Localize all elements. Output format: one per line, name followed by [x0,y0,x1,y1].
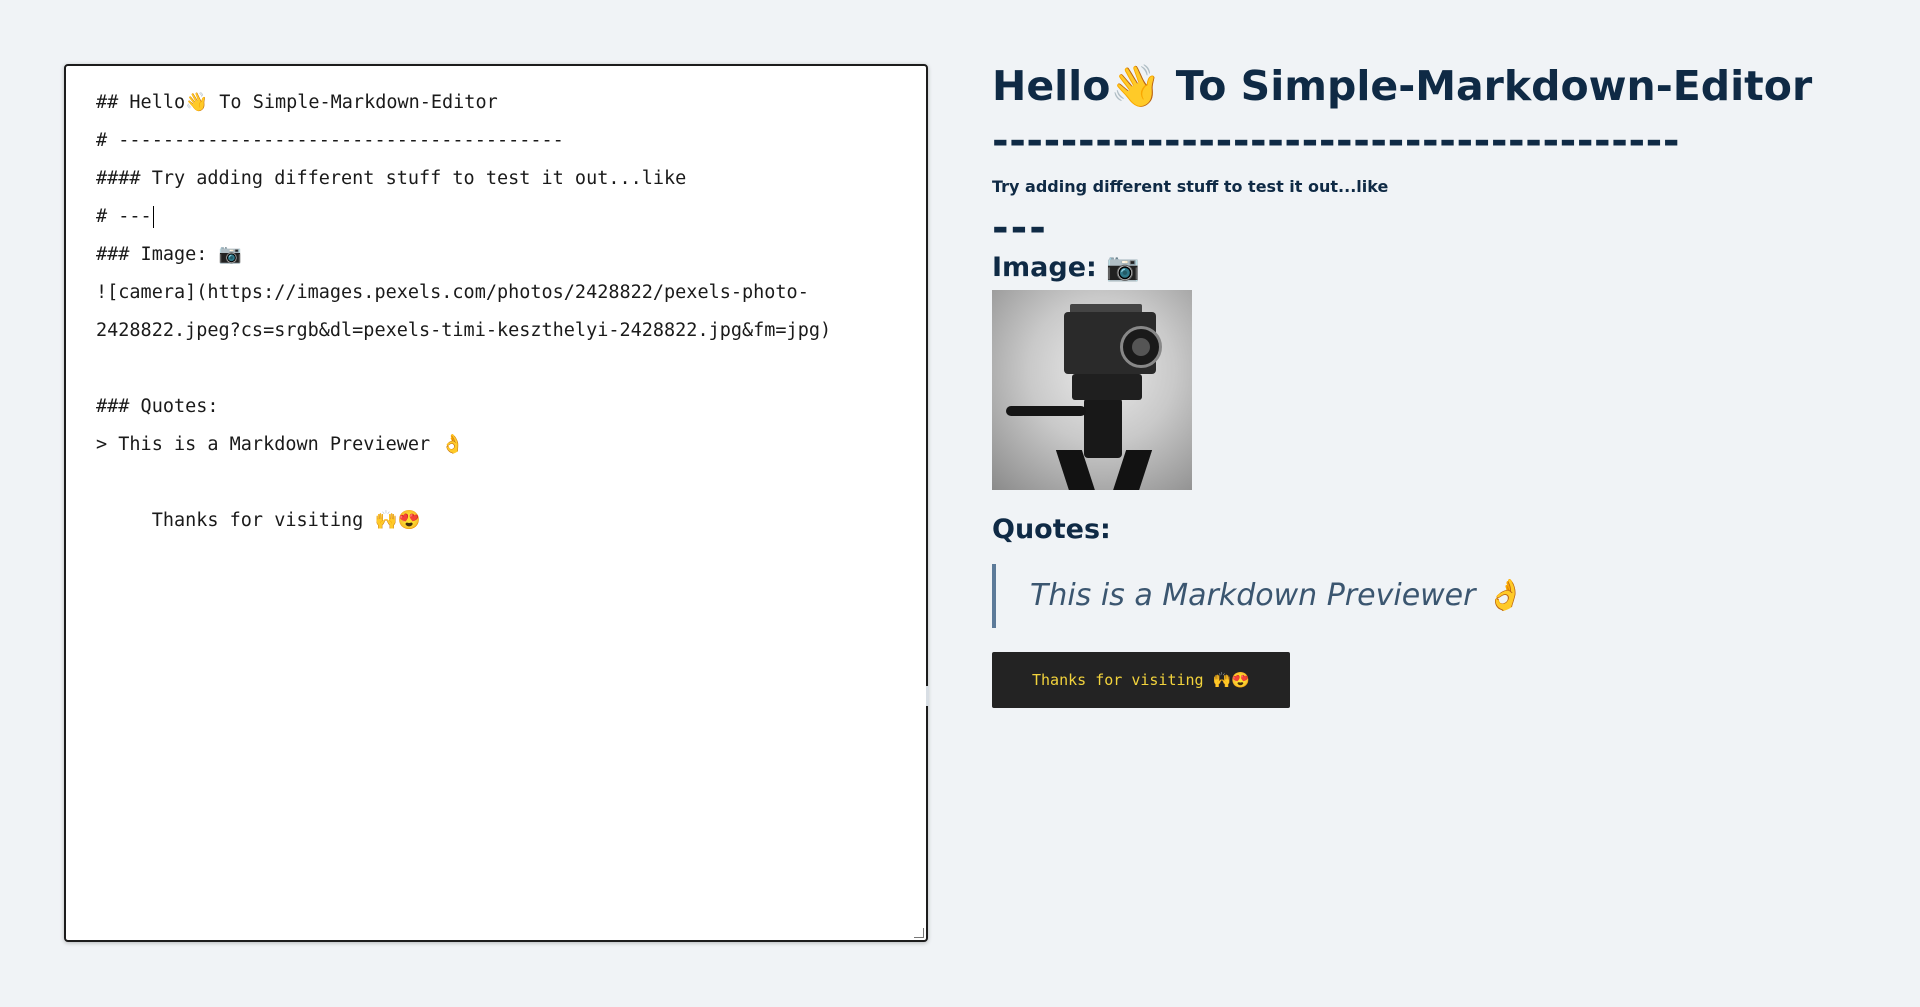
preview-short-rule-heading: --- [992,205,1048,251]
editor-line: 2428822.jpeg?cs=srgb&dl=pexels-timi-kesz… [96,320,832,341]
preview-heading: Hello👋 To Simple-Markdown-Editor [992,62,1813,110]
preview-image-heading: Image: 📷 [992,252,1140,283]
editor-line: Thanks for visiting 🙌😍 [96,510,421,531]
editor-line: ## Hello👋 To Simple-Markdown-Editor [96,92,498,113]
preview-subheading: Try adding different stuff to test it ou… [992,177,1389,196]
editor-line: ### Quotes: [96,396,219,417]
editor-line: # --------------------------------------… [96,130,564,151]
text-caret [152,206,154,228]
editor-line: #### Try adding different stuff to test … [96,168,687,189]
markdown-preview: Hello👋 To Simple-Markdown-Editor -------… [992,56,1892,708]
preview-code-block: Thanks for visiting 🙌😍 [992,652,1290,708]
editor-line: ### Image: 📷 [96,244,242,265]
editor-line-active: # --- [96,198,896,236]
editor-line: > This is a Markdown Previewer 👌 [96,434,465,455]
editor-line: ![camera](https://images.pexels.com/phot… [96,282,809,303]
preview-blockquote: This is a Markdown Previewer 👌 [992,564,1892,628]
preview-quotes-heading: Quotes: [992,514,1111,545]
markdown-editor-textarea[interactable]: ## Hello👋 To Simple-Markdown-Editor # --… [64,64,928,942]
editor-line-text: # --- [96,206,152,227]
camera-image [992,290,1192,490]
splitter-handle[interactable] [926,686,929,706]
resize-grip-icon[interactable] [914,928,924,938]
preview-rule-heading: ---------------------------------------- [992,118,1681,164]
